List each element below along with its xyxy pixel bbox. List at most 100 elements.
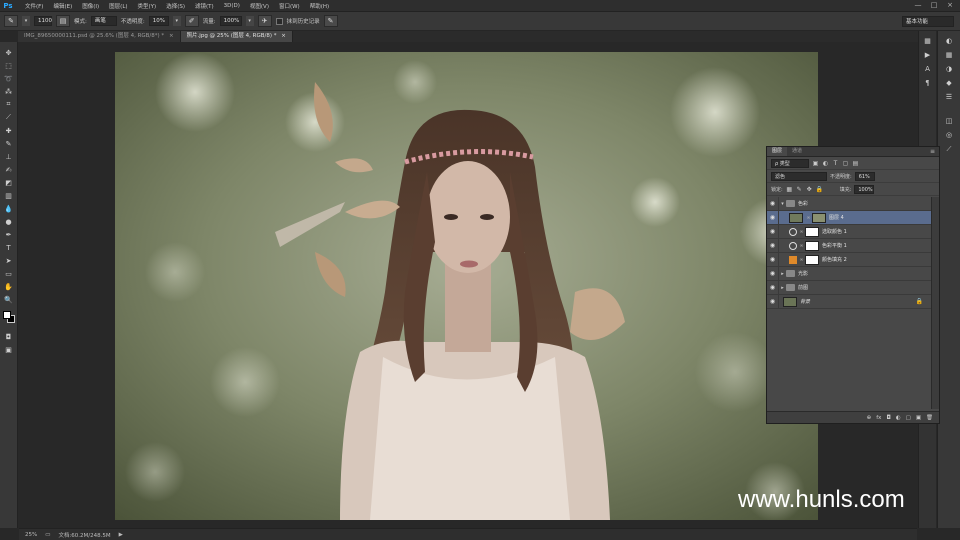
layer-opacity-input[interactable]: 61%	[854, 171, 875, 181]
lock-paint-icon[interactable]: ✎	[796, 186, 803, 193]
tab-photo-document[interactable]: 照片.jpg @ 25% (图层 4, RGB/8) * ×	[180, 31, 293, 42]
brush-panel-icon[interactable]: ▤	[56, 15, 70, 27]
layer-group-light[interactable]: ◉ ▸ 光影	[767, 266, 933, 281]
pen-tool-icon[interactable]: ✒	[2, 228, 16, 241]
visibility-eye-icon[interactable]: ◉	[767, 266, 779, 281]
layers-scrollbar[interactable]	[931, 197, 939, 409]
color-panel-icon[interactable]: ◐	[942, 35, 956, 47]
channels-panel-icon[interactable]: ◎	[942, 129, 956, 141]
color-swatches[interactable]	[2, 310, 16, 326]
zoom-level[interactable]: 25%	[25, 532, 37, 538]
shape-tool-icon[interactable]: ▭	[2, 267, 16, 280]
gradient-tool-icon[interactable]: ▥	[2, 189, 16, 202]
airbrush-icon[interactable]: ✈	[257, 15, 272, 27]
paragraph-panel-icon[interactable]: ¶	[921, 77, 935, 89]
visibility-eye-icon[interactable]: ◉	[767, 294, 779, 309]
menu-select[interactable]: 选择(S)	[161, 2, 190, 10]
link-layers-icon[interactable]: ⊕	[867, 415, 872, 421]
screen-mode-icon[interactable]: ▣	[2, 343, 16, 356]
minimize-button[interactable]: —	[912, 1, 924, 10]
doc-info-icon[interactable]: ▭	[45, 532, 50, 538]
brush-size-field[interactable]: 1100	[34, 16, 52, 26]
visibility-eye-icon[interactable]: ◉	[767, 252, 779, 267]
foreground-color-swatch[interactable]	[2, 311, 11, 319]
eraser-tool-icon[interactable]: ◩	[2, 176, 16, 189]
tab-close-icon[interactable]: ×	[281, 33, 286, 39]
adjustments-panel-icon[interactable]: ◑	[942, 63, 956, 75]
tab-close-icon[interactable]: ×	[169, 33, 174, 39]
flow-input[interactable]: 100%	[219, 16, 242, 26]
layer-selective-color[interactable]: ◉ ∞ 选取颜色 1	[767, 224, 933, 239]
menu-window[interactable]: 窗口(W)	[274, 2, 305, 10]
brush-tool-icon[interactable]: ✎	[2, 137, 16, 150]
layer-mask-thumbnail[interactable]	[805, 226, 819, 237]
flow-dropdown[interactable]: ▾	[245, 16, 254, 26]
menu-edit[interactable]: 编辑(E)	[48, 2, 77, 10]
expand-triangle-icon[interactable]: ▸	[779, 285, 786, 291]
healing-brush-tool-icon[interactable]: ✚	[2, 124, 16, 137]
zoom-tool-icon[interactable]: 🔍	[2, 293, 16, 306]
type-tool-icon[interactable]: T	[2, 241, 16, 254]
filter-shape-icon[interactable]: ▢	[842, 160, 849, 167]
stamp-tool-icon[interactable]: ⊥	[2, 150, 16, 163]
lock-pixels-icon[interactable]: ▦	[786, 186, 793, 193]
properties-panel-icon[interactable]: ☰	[942, 91, 956, 103]
filter-adjust-icon[interactable]: ◐	[822, 160, 829, 167]
tab-channels[interactable]: 通道	[787, 147, 807, 156]
move-tool-icon[interactable]: ✥	[2, 46, 16, 59]
lock-move-icon[interactable]: ✥	[806, 186, 813, 193]
new-adjustment-icon[interactable]: ◐	[896, 415, 901, 421]
filter-kind-select[interactable]: ρ 类型	[771, 158, 809, 168]
new-group-icon[interactable]: ▢	[906, 415, 911, 421]
tool-preset-dropdown[interactable]: ▾	[22, 16, 30, 26]
menu-filter[interactable]: 滤镜(T)	[190, 2, 219, 10]
layer-mask-thumbnail[interactable]	[805, 254, 819, 265]
path-select-tool-icon[interactable]: ➤	[2, 254, 16, 267]
history-brush-tool-icon[interactable]: ✎	[4, 15, 18, 27]
lasso-tool-icon[interactable]: ➰	[2, 72, 16, 85]
quick-select-tool-icon[interactable]: ⁂	[2, 85, 16, 98]
new-layer-icon[interactable]: ▣	[916, 415, 921, 421]
visibility-eye-icon[interactable]: ◉	[767, 196, 779, 211]
delete-layer-icon[interactable]: 🗑	[926, 415, 933, 421]
expand-triangle-icon[interactable]: ▾	[779, 201, 786, 207]
visibility-eye-icon[interactable]: ◉	[767, 210, 779, 225]
layer-group-front[interactable]: ◉ ▸ 前图	[767, 280, 933, 295]
layer-group-color[interactable]: ◉ ▾ 色彩	[767, 196, 933, 211]
lock-all-icon[interactable]: 🔒	[816, 186, 823, 193]
layer-background[interactable]: ◉ 背景 🔒	[767, 294, 933, 309]
layer-style-icon[interactable]: fx	[876, 415, 881, 421]
styles-panel-icon[interactable]: ◆	[942, 77, 956, 89]
menu-file[interactable]: 文件(F)	[20, 2, 48, 10]
layer-mask-thumbnail[interactable]	[805, 240, 819, 251]
quick-mask-icon[interactable]: ◘	[2, 330, 16, 343]
panel-menu-icon[interactable]: ≡	[930, 147, 939, 156]
layer-color-balance[interactable]: ◉ ∞ 色彩平衡 1	[767, 238, 933, 253]
visibility-eye-icon[interactable]: ◉	[767, 238, 779, 253]
history-panel-icon[interactable]: ▦	[921, 35, 935, 47]
filter-smart-icon[interactable]: ▤	[852, 160, 859, 167]
status-menu-arrow[interactable]: ▶	[119, 532, 123, 538]
history-checkbox[interactable]	[275, 17, 283, 25]
layer-color-fill[interactable]: ◉ ∞ 颜色填充 2	[767, 252, 933, 267]
crop-tool-icon[interactable]: ⌗	[2, 98, 16, 111]
hand-tool-icon[interactable]: ✋	[2, 280, 16, 293]
mode-select[interactable]: 画笔	[90, 16, 117, 26]
layers-panel-icon[interactable]: ◫	[942, 115, 956, 127]
expand-triangle-icon[interactable]: ▸	[779, 271, 786, 277]
marquee-tool-icon[interactable]: ⬚	[2, 59, 16, 72]
filter-pixel-icon[interactable]: ▣	[812, 160, 819, 167]
menu-3d[interactable]: 3D(D)	[219, 3, 245, 9]
history-brush-tool-icon[interactable]: ✍	[2, 163, 16, 176]
blend-mode-select[interactable]: 滤色	[771, 171, 827, 181]
opacity-input[interactable]: 10%	[148, 16, 169, 26]
menu-layer[interactable]: 图层(L)	[104, 2, 132, 10]
document-photo[interactable]	[115, 52, 818, 520]
opacity-dropdown[interactable]: ▾	[172, 16, 181, 26]
blur-tool-icon[interactable]: 💧	[2, 202, 16, 215]
eyedropper-tool-icon[interactable]: ⟋	[2, 111, 16, 124]
layer-4[interactable]: ◉ ∞ 图层 4	[767, 210, 933, 225]
pressure-size-icon[interactable]: ✎	[323, 15, 338, 27]
paths-panel-icon[interactable]: ⟋	[942, 143, 956, 155]
swatches-panel-icon[interactable]: ▦	[942, 49, 956, 61]
